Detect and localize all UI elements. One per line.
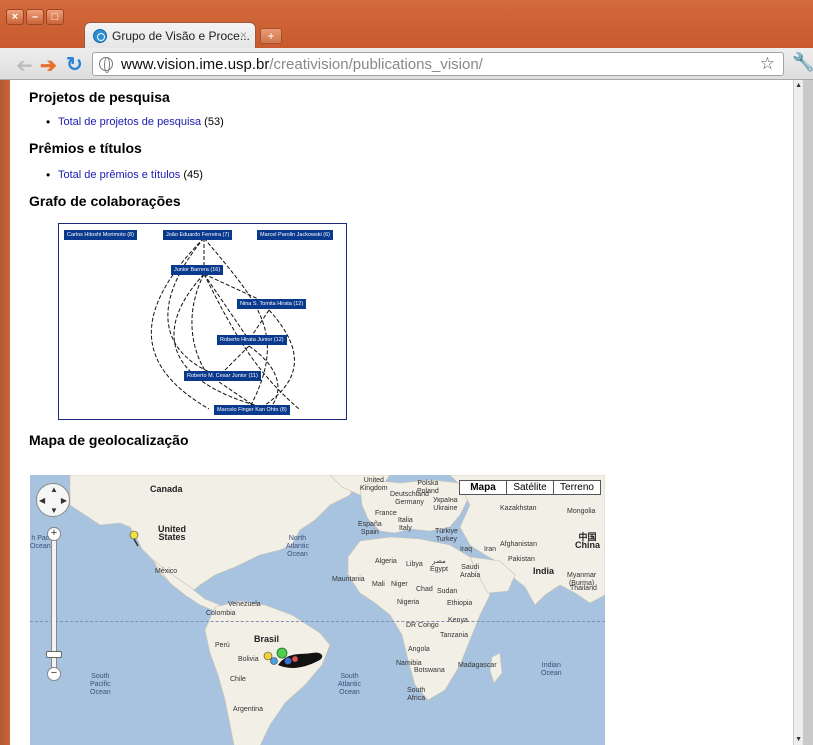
graph-node[interactable]: Nina S. Tomita Hirata (12) [237,299,307,309]
graph-node[interactable]: Roberto M. Cesar Junior (11) [184,371,261,381]
section-heading-map: Mapa de geolocalização [29,432,189,448]
window-frame [0,80,10,745]
url-host: www.vision.ime.usp.br [121,55,270,73]
list-item: Total de projetos de pesquisa (53) [46,115,224,129]
maximize-window-icon[interactable]: □ [46,9,64,25]
graph-node[interactable]: João Eduardo Ferreira (7) [163,230,233,240]
browser-toolbar: ➔ ➔ ↻ www.vision.ime.usp.br/creativision… [0,48,813,80]
tab-title: Grupo de Visão e Proce... [112,28,250,43]
section-heading-projects: Projetos de pesquisa [29,89,170,105]
geolocation-map[interactable]: ▲ ▼ ◀ ▶ + − Mapa Satélite Terreno Canada… [30,475,605,745]
scroll-up-icon[interactable]: ▲ [795,82,802,89]
wrench-icon[interactable]: 🔧 [792,52,813,73]
back-arrow-icon[interactable]: ➔ [16,53,33,78]
marker-cluster-brazil[interactable] [263,647,323,668]
awards-count: (45) [180,169,203,181]
graph-node[interactable]: Marcelo Finger Kan Ohto (8) [214,405,290,415]
close-window-icon[interactable]: × [6,9,24,25]
new-tab-button[interactable]: + [260,28,282,44]
vertical-scrollbar[interactable]: ▲ ▼ [793,80,803,745]
url-path: /creativision/publications_vision/ [269,55,483,73]
bookmark-star-icon[interactable]: ☆ [760,54,775,74]
graph-node[interactable]: Carlos Hitoshi Morimoto (8) [64,230,137,240]
forward-arrow-icon[interactable]: ➔ [40,53,57,78]
map-markers [129,530,323,668]
favicon-icon [93,28,107,43]
section-heading-awards: Prêmios e títulos [29,140,142,156]
projects-link[interactable]: Total de projetos de pesquisa [58,116,201,128]
graph-node[interactable]: Roberto Hirata Junior (12) [217,335,287,345]
window-controls: × – □ [6,9,64,25]
section-heading-graph: Grafo de colaborações [29,193,181,209]
awards-link[interactable]: Total de prêmios e títulos [58,169,180,181]
tab-close-icon[interactable]: × [240,28,247,42]
graph-node[interactable]: Marcel Parolin Jackowski (6) [257,230,333,240]
projects-count: (53) [201,116,224,128]
address-bar[interactable]: www.vision.ime.usp.br/creativision/publi… [92,52,784,76]
minimize-window-icon[interactable]: – [26,9,44,25]
page-viewport: Projetos de pesquisa Total de projetos d… [10,80,803,745]
list-item: Total de prêmios e títulos (45) [46,168,203,182]
browser-tab[interactable]: Grupo de Visão e Proce... × [84,22,256,48]
scroll-down-icon[interactable]: ▼ [795,736,802,743]
title-bar: × – □ Grupo de Visão e Proce... × + [0,0,813,48]
collaboration-graph[interactable]: Carlos Hitoshi Morimoto (8) João Eduardo… [58,223,347,420]
globe-icon [99,57,113,73]
reload-icon[interactable]: ↻ [66,52,83,77]
marker-california[interactable] [129,530,139,547]
graph-node[interactable]: Junior Barrera (16) [171,265,224,275]
graph-edges [150,237,300,410]
